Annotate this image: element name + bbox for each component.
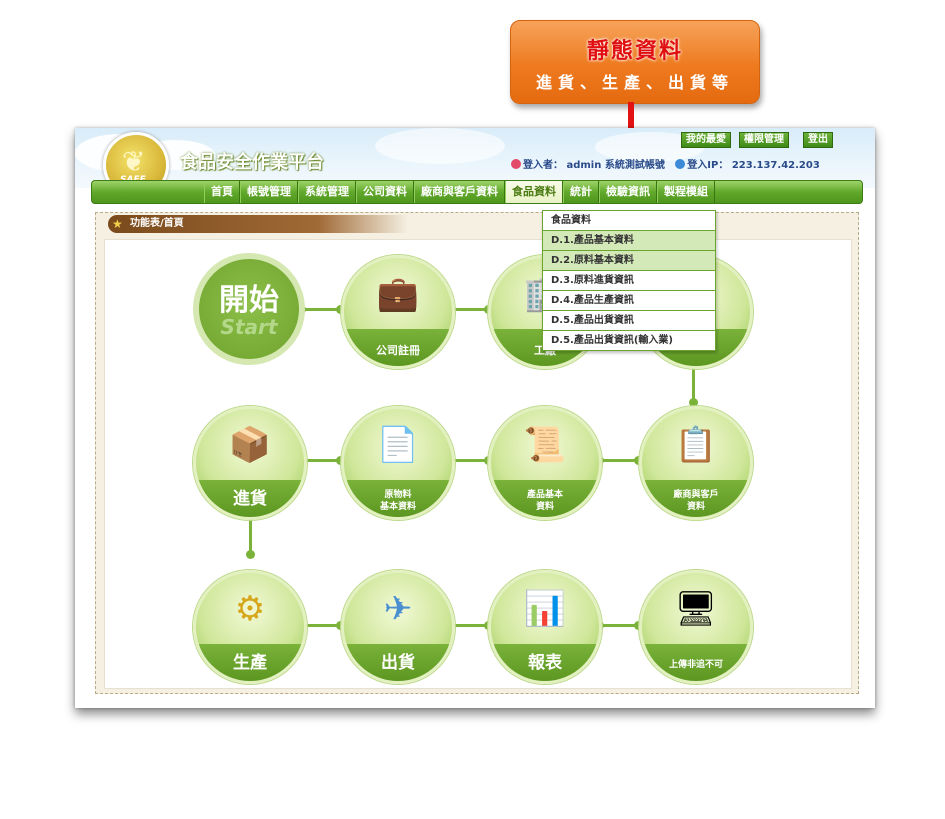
connector [449, 624, 489, 627]
breadcrumb-text: 功能表/首頁 [130, 218, 184, 229]
connector [599, 624, 639, 627]
vendor-icon: 📋 [674, 425, 718, 465]
nav-statistics[interactable]: 統計 [563, 181, 599, 203]
star-icon: ★ [112, 217, 123, 231]
menu-item-raw-material-purchase[interactable]: D.3.原料進貨資訊 [543, 271, 715, 291]
tile-label: 廠商與客戶 資料 [673, 490, 719, 512]
flow-panel: 開始 Start 💼 公司註冊 🏢 工廠 📦 📦 進貨 [104, 239, 852, 689]
tile-label: 生產 [233, 653, 267, 673]
menu-item-raw-material-basic[interactable]: D.2.原料基本資料 [543, 251, 715, 271]
logout-button[interactable]: 登出 [803, 132, 833, 148]
nav-account[interactable]: 帳號管理 [240, 181, 298, 203]
tile-label: 上傳非追不可 [668, 660, 723, 670]
menu-item-product-shipping[interactable]: D.5.產品出貨資訊 [543, 311, 715, 331]
production-tile[interactable]: ⚙ 生產 [193, 570, 307, 684]
start-label-en: Start [220, 315, 278, 339]
boxes-icon: 📦 [228, 425, 272, 465]
connector [599, 459, 639, 462]
ie-monitor-icon: 🖥 [674, 589, 718, 629]
ip-label: 登入IP： [687, 160, 729, 171]
connector [449, 308, 489, 311]
favorites-button[interactable]: 我的最愛 [681, 132, 731, 148]
login-info: 登入者： admin 系統測試帳號 登入IP： 223.137.42.203 [511, 156, 820, 171]
connector [449, 459, 489, 462]
food-data-dropdown: 食品資料 D.1.產品基本資料 D.2.原料基本資料 D.3.原料進貨資訊 D.… [542, 210, 716, 351]
document-icon: 📄 [376, 425, 420, 465]
nav-system[interactable]: 系統管理 [298, 181, 356, 203]
connector [301, 459, 341, 462]
callout-subtitle: 進貨、生產、出貨等 [535, 73, 734, 92]
static-data-callout: 靜態資料 進貨、生產、出貨等 [510, 20, 760, 104]
user-icon [511, 159, 521, 169]
permission-button[interactable]: 權限管理 [739, 132, 789, 148]
network-icon [675, 159, 686, 169]
tile-label: 進貨 [233, 489, 267, 509]
nav-food-data[interactable]: 食品資料 [505, 181, 563, 203]
tile-label: 出貨 [381, 653, 415, 673]
report-tile[interactable]: 📊 報表 [488, 570, 602, 684]
upload-tile[interactable]: 🖥 上傳非追不可 [639, 570, 753, 684]
chart-icon: 📊 [523, 589, 567, 629]
dropdown-header[interactable]: 食品資料 [543, 211, 715, 231]
login-user: admin 系統測試帳號 [566, 160, 665, 171]
tile-label: 原物料 基本資料 [379, 490, 416, 512]
purchase-tile[interactable]: 📦 進貨 [193, 406, 307, 520]
gears-icon: ⚙ [234, 589, 266, 629]
platform-title: 食品安全作業平台 [180, 152, 324, 173]
menu-item-product-basic[interactable]: D.1.產品基本資料 [543, 231, 715, 251]
shipping-tile[interactable]: ✈ 出貨 [341, 570, 455, 684]
certificate-icon: 📜 [523, 425, 567, 465]
connector [301, 308, 341, 311]
tile-label: 產品基本 資料 [526, 490, 563, 512]
connector [301, 624, 341, 627]
nav-inspection[interactable]: 檢驗資訊 [599, 181, 657, 203]
tile-label: 報表 [528, 653, 562, 673]
ip-address: 223.137.42.203 [731, 160, 820, 171]
tile-label: 公司註冊 [376, 344, 420, 357]
breadcrumb: ★ 功能表/首頁 [108, 215, 408, 233]
start-circle[interactable]: 開始 Start [193, 253, 305, 365]
shipping-icon: ✈ [383, 589, 413, 629]
login-label: 登入者： [523, 160, 563, 171]
menu-item-product-shipping-import[interactable]: D.5.產品出貨資訊(輸入業) [543, 331, 715, 350]
nav-process[interactable]: 製程模組 [657, 181, 715, 203]
callout-title: 靜態資料 [586, 39, 683, 64]
product-basic-tile[interactable]: 📜 產品基本 資料 [488, 406, 602, 520]
content-area: ★ 功能表/首頁 開始 Start 💼 公司註冊 📦 進貨 📄 原物料 基本資料… [95, 212, 859, 694]
nav-company[interactable]: 公司資料 [356, 181, 414, 203]
main-nav: 首頁 帳號管理 系統管理 公司資料 廠商與客戶資料 食品資料 統計 檢驗資訊 製… [91, 180, 863, 204]
wheat-icon: ❦ [122, 145, 146, 178]
nav-home[interactable]: 首頁 [204, 181, 240, 203]
start-label-zh: 開始 [219, 283, 279, 318]
app-window: ❦ SAFE 食品安全作業平台 我的最愛 權限管理 登出 登入者： admin … [75, 128, 875, 708]
briefcase-icon: 💼 [376, 274, 420, 314]
connector-dot [246, 550, 255, 559]
raw-material-tile[interactable]: 📄 原物料 基本資料 [341, 406, 455, 520]
company-register-tile[interactable]: 💼 公司註冊 [341, 255, 455, 369]
vendor-client-tile[interactable]: 📋 廠商與客戶 資料 [639, 406, 753, 520]
nav-vendor-client[interactable]: 廠商與客戶資料 [414, 181, 505, 203]
menu-item-product-production[interactable]: D.4.產品生產資訊 [543, 291, 715, 311]
